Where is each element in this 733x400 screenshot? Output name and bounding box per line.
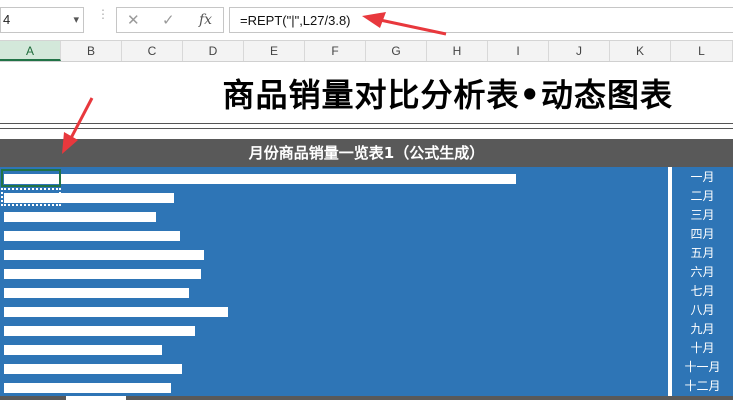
page-title: 商品销量对比分析表•动态图表 bbox=[222, 76, 673, 114]
name-box[interactable]: 4 ▾ bbox=[0, 7, 84, 33]
name-box-value: 4 bbox=[3, 12, 11, 27]
column-header-l[interactable]: L bbox=[671, 41, 733, 61]
bar-9 bbox=[4, 326, 195, 336]
column-header-i[interactable]: I bbox=[488, 41, 549, 61]
cancel-icon[interactable]: ✕ bbox=[127, 11, 140, 29]
annotation-arrow-cell bbox=[62, 97, 94, 154]
month-label: 八月 bbox=[690, 303, 715, 317]
column-header-g[interactable]: G bbox=[366, 41, 427, 61]
column-header-j[interactable]: J bbox=[549, 41, 610, 61]
enter-icon[interactable]: ✓ bbox=[162, 11, 175, 29]
column-header-f[interactable]: F bbox=[305, 41, 366, 61]
bar-10 bbox=[4, 345, 162, 355]
column-header-d[interactable]: D bbox=[183, 41, 244, 61]
column-header-h[interactable]: H bbox=[427, 41, 488, 61]
insert-function-button[interactable]: fx bbox=[199, 12, 212, 28]
bar-3 bbox=[4, 212, 156, 222]
selected-cell[interactable] bbox=[1, 169, 61, 187]
column-header-c[interactable]: C bbox=[122, 41, 183, 61]
table-header: 月份商品销量一览表1（公式生成） bbox=[0, 139, 733, 167]
formula-text: =REPT("|",L27/3.8) bbox=[240, 13, 351, 28]
column-header-a[interactable]: A bbox=[0, 41, 61, 61]
next-table-tab bbox=[66, 396, 126, 400]
bar-12 bbox=[4, 383, 171, 393]
bar-6 bbox=[4, 269, 201, 279]
column-headers: ABCDEFGHIJKL bbox=[0, 41, 733, 62]
title-area: 商品销量对比分析表•动态图表 bbox=[0, 62, 733, 120]
bar-5 bbox=[4, 250, 204, 260]
month-label: 六月 bbox=[690, 265, 715, 279]
month-label-column: 一月二月三月四月五月六月七月八月九月十月十一月十二月 bbox=[672, 167, 733, 396]
annotation-arrow-formula bbox=[362, 12, 447, 36]
column-header-b[interactable]: B bbox=[61, 41, 122, 61]
month-label: 三月 bbox=[690, 208, 715, 222]
bar-1 bbox=[4, 174, 516, 184]
month-label: 十二月 bbox=[684, 379, 721, 393]
bar-8 bbox=[4, 307, 228, 317]
bar-7 bbox=[4, 288, 189, 298]
month-label: 二月 bbox=[690, 189, 715, 203]
title-underline bbox=[0, 120, 733, 136]
column-header-k[interactable]: K bbox=[610, 41, 671, 61]
drag-handle-icon[interactable]: ⋮ bbox=[97, 8, 109, 20]
month-label: 九月 bbox=[690, 322, 715, 336]
formula-buttons: ✕ ✓ fx bbox=[116, 7, 224, 33]
chevron-down-icon[interactable]: ▾ bbox=[73, 13, 79, 26]
month-label: 四月 bbox=[690, 227, 715, 241]
month-label: 一月 bbox=[690, 170, 715, 184]
month-label: 七月 bbox=[690, 284, 715, 298]
formula-input[interactable]: =REPT("|",L27/3.8) bbox=[229, 7, 733, 33]
month-label: 十月 bbox=[690, 341, 715, 355]
copy-marquee bbox=[1, 188, 61, 206]
month-label: 五月 bbox=[690, 246, 715, 260]
bar-4 bbox=[4, 231, 180, 241]
bar-11 bbox=[4, 364, 182, 374]
bar-chart-area bbox=[0, 167, 668, 396]
month-label: 十一月 bbox=[684, 360, 721, 374]
column-header-e[interactable]: E bbox=[244, 41, 305, 61]
